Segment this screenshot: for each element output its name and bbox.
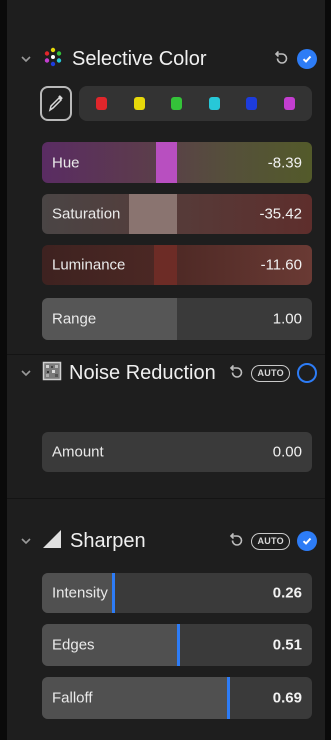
edges-slider[interactable]: Edges 0.51 [42, 624, 312, 666]
slider-value: 0.26 [272, 584, 302, 602]
amount-slider[interactable]: Amount 0.00 [42, 432, 312, 472]
color-swatches [79, 85, 312, 121]
falloff-handle[interactable] [227, 677, 230, 719]
sharpen-icon [42, 529, 62, 554]
slider-value: 1.00 [272, 310, 302, 328]
noise-reduction-header[interactable]: Noise Reduction AUTO [20, 358, 317, 388]
noise-reduction-icon [42, 361, 62, 386]
eyedropper-icon [48, 95, 63, 112]
sharpen-header[interactable]: Sharpen AUTO [20, 526, 317, 556]
right-edge [325, 0, 331, 740]
swatch-red[interactable] [96, 96, 108, 110]
intensity-handle[interactable] [112, 573, 115, 613]
section-title: Selective Color [72, 47, 207, 70]
slider-label: Saturation [52, 205, 121, 223]
hue-slider[interactable]: Hue -8.39 [42, 142, 312, 183]
reset-icon[interactable] [226, 532, 244, 550]
range-slider[interactable]: Range 1.00 [42, 298, 312, 340]
hue-handle[interactable] [156, 142, 177, 183]
swatch-blue[interactable] [246, 96, 258, 110]
eyedropper-button[interactable] [40, 85, 72, 121]
color-picker-row [40, 84, 312, 122]
slider-label: Intensity [52, 584, 108, 602]
saturation-handle[interactable] [129, 194, 177, 234]
section-title: Noise Reduction [69, 361, 216, 384]
reset-icon[interactable] [271, 50, 289, 68]
falloff-slider[interactable]: Falloff 0.69 [42, 677, 312, 719]
slider-label: Hue [52, 154, 80, 171]
luminance-handle[interactable] [154, 245, 177, 285]
edges-handle[interactable] [177, 624, 180, 666]
slider-value: 0.69 [272, 689, 302, 707]
saturation-slider[interactable]: Saturation -35.42 [42, 194, 312, 234]
slider-label: Luminance [52, 256, 126, 274]
enabled-checkbox[interactable] [297, 49, 317, 69]
luminance-slider[interactable]: Luminance -11.60 [42, 245, 312, 285]
section-divider [7, 498, 325, 499]
slider-label: Falloff [52, 689, 93, 707]
selective-color-icon [42, 46, 64, 73]
swatch-green[interactable] [171, 96, 183, 110]
swatch-cyan[interactable] [208, 96, 220, 110]
slider-value: 0.00 [272, 443, 302, 461]
selective-color-header[interactable]: Selective Color [20, 44, 317, 74]
slider-value: 0.51 [272, 636, 302, 654]
slider-value: -11.60 [260, 256, 302, 274]
chevron-down-icon[interactable] [20, 367, 32, 379]
swatch-magenta[interactable] [283, 96, 295, 110]
auto-button[interactable]: AUTO [251, 532, 290, 550]
slider-value: -8.39 [267, 154, 302, 171]
slider-value: -35.42 [259, 205, 302, 223]
left-edge [0, 0, 7, 740]
auto-button[interactable]: AUTO [251, 364, 290, 382]
swatch-yellow[interactable] [133, 96, 145, 110]
section-divider [7, 354, 325, 355]
intensity-slider[interactable]: Intensity 0.26 [42, 573, 312, 613]
section-title: Sharpen [70, 529, 146, 552]
enabled-checkbox[interactable] [297, 363, 317, 383]
slider-label: Edges [52, 636, 95, 654]
enabled-checkbox[interactable] [297, 531, 317, 551]
reset-icon[interactable] [226, 364, 244, 382]
slider-label: Range [52, 310, 97, 328]
chevron-down-icon[interactable] [20, 53, 32, 65]
chevron-down-icon[interactable] [20, 535, 32, 547]
slider-label: Amount [52, 443, 104, 461]
